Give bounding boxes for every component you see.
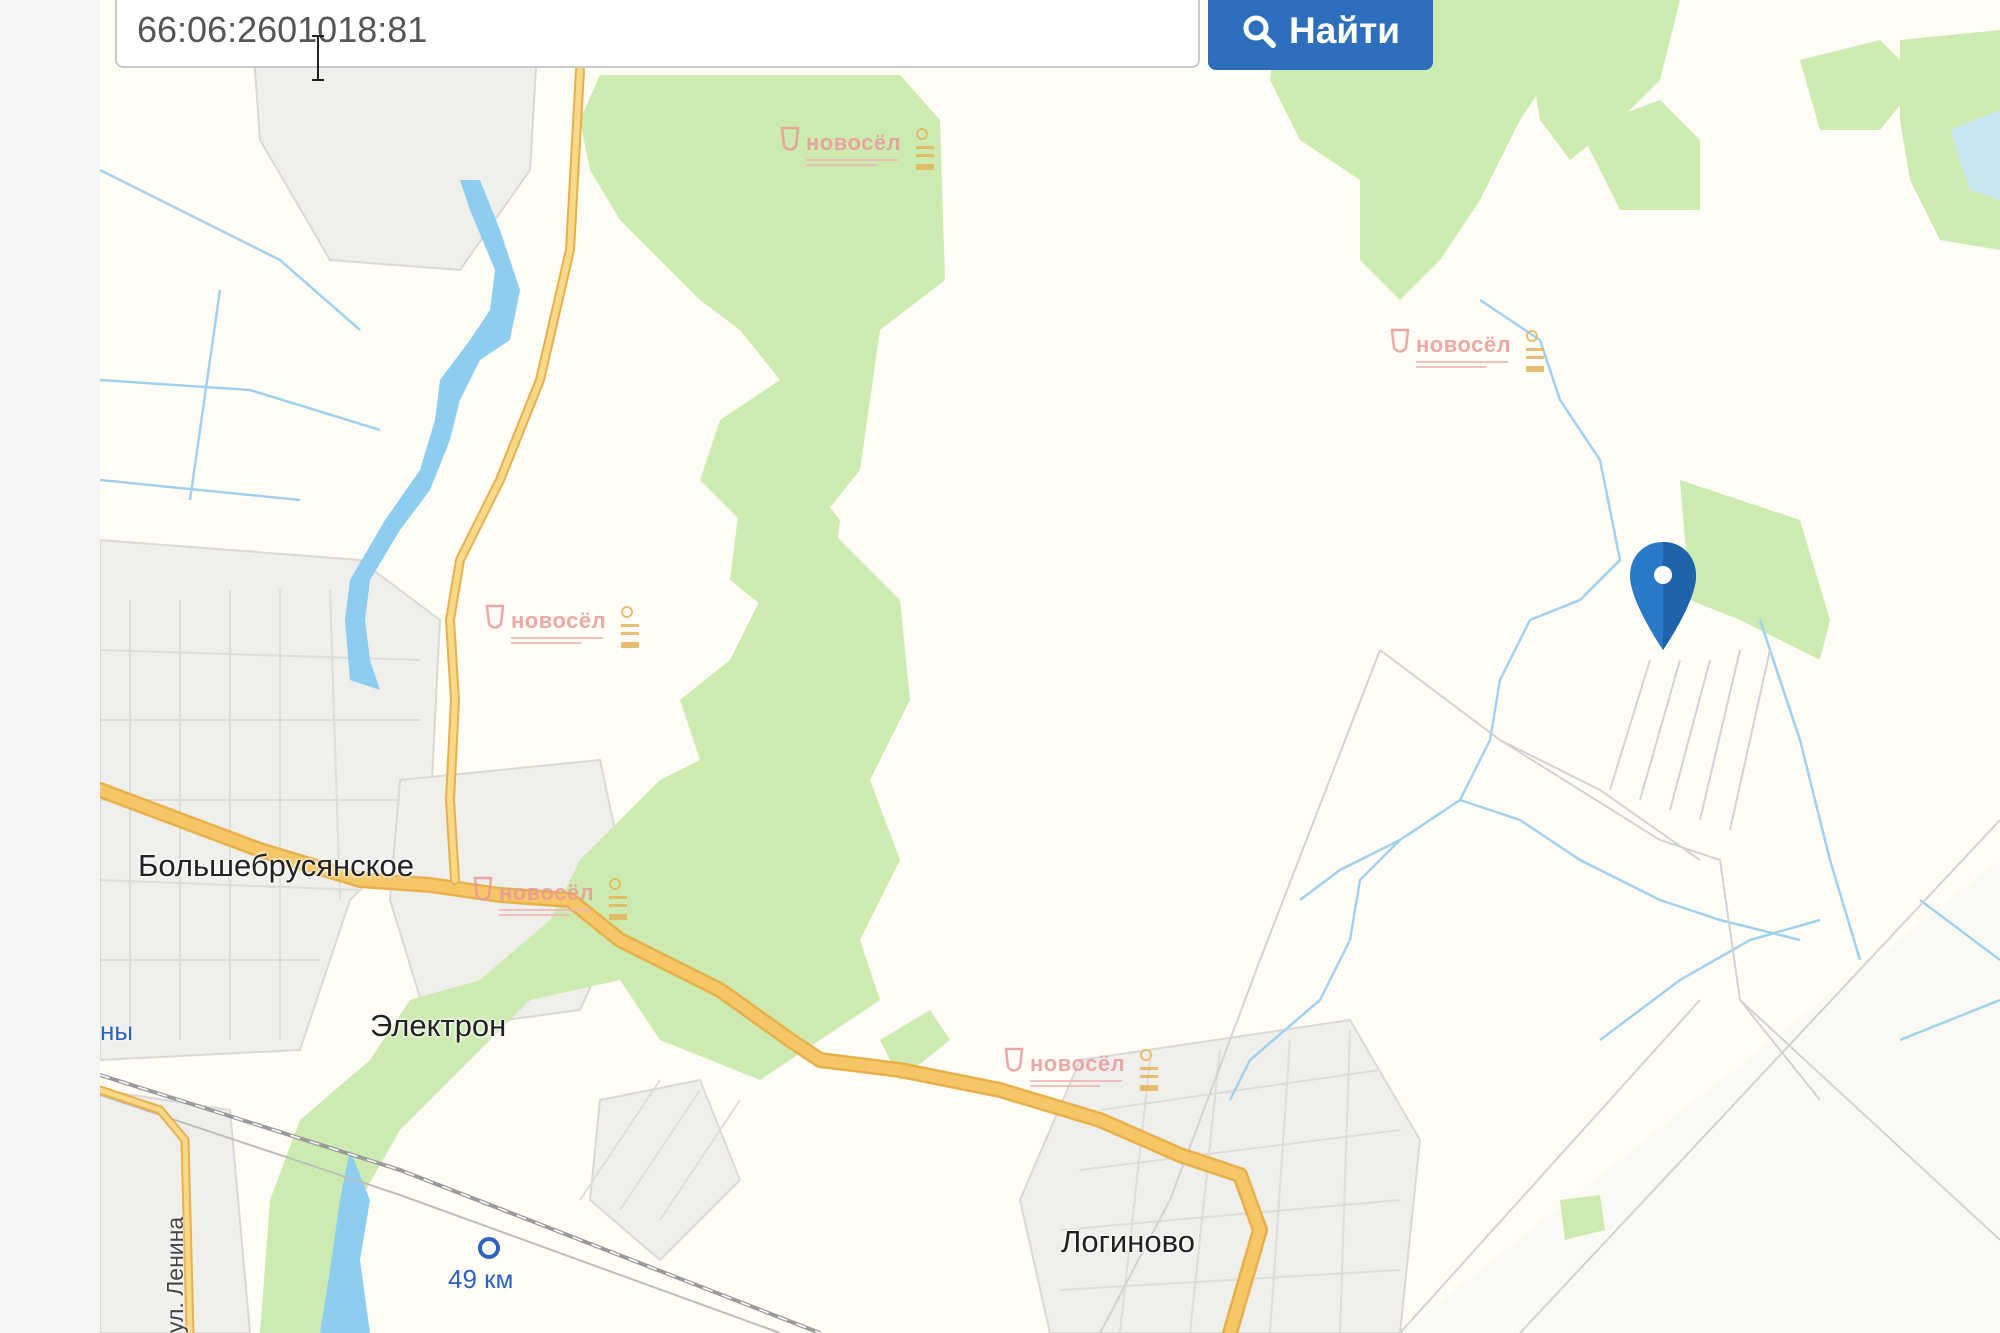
place-label-elektron[interactable]: Электрон <box>370 1008 506 1044</box>
watermark-logo: новосёл <box>1004 1047 1164 1107</box>
left-gutter <box>0 0 100 1333</box>
text-cursor-icon <box>312 35 324 81</box>
station-icon[interactable] <box>478 1237 500 1259</box>
search-icon <box>1243 15 1277 48</box>
watermark-logo: новосёл <box>473 876 633 936</box>
search-button[interactable]: Найти <box>1208 0 1433 70</box>
station-label[interactable]: 49 км <box>448 1264 513 1295</box>
search-button-label: Найти <box>1289 10 1400 51</box>
watermark-logo: новосёл <box>780 126 940 186</box>
search-bar: Найти <box>115 0 1435 81</box>
watermark-logo: новосёл <box>485 604 645 664</box>
cadastral-search-input[interactable] <box>115 0 1200 68</box>
place-label-loginovo[interactable]: Логиново <box>1061 1224 1195 1260</box>
street-label: ул. Ленина <box>162 1216 188 1333</box>
location-pin-icon[interactable] <box>1628 540 1698 652</box>
place-label-partial[interactable]: ны <box>100 1016 133 1047</box>
map-base-layer <box>100 0 2000 1333</box>
place-label-bolshebrusyanskoe[interactable]: Большебрусянское <box>138 848 414 884</box>
map-viewport[interactable]: новосёл новосёл новосёл новосёл новосёл … <box>100 0 2000 1333</box>
watermark-logo: новосёл <box>1390 328 1550 388</box>
